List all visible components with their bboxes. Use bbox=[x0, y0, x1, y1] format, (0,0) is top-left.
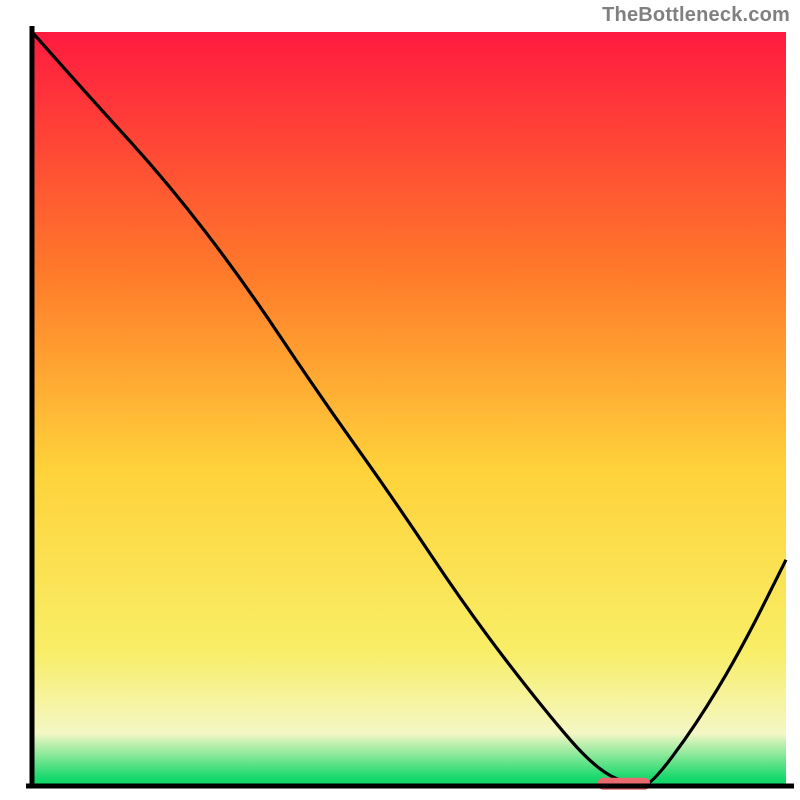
plot-background bbox=[32, 32, 786, 786]
bottleneck-chart bbox=[0, 0, 800, 800]
